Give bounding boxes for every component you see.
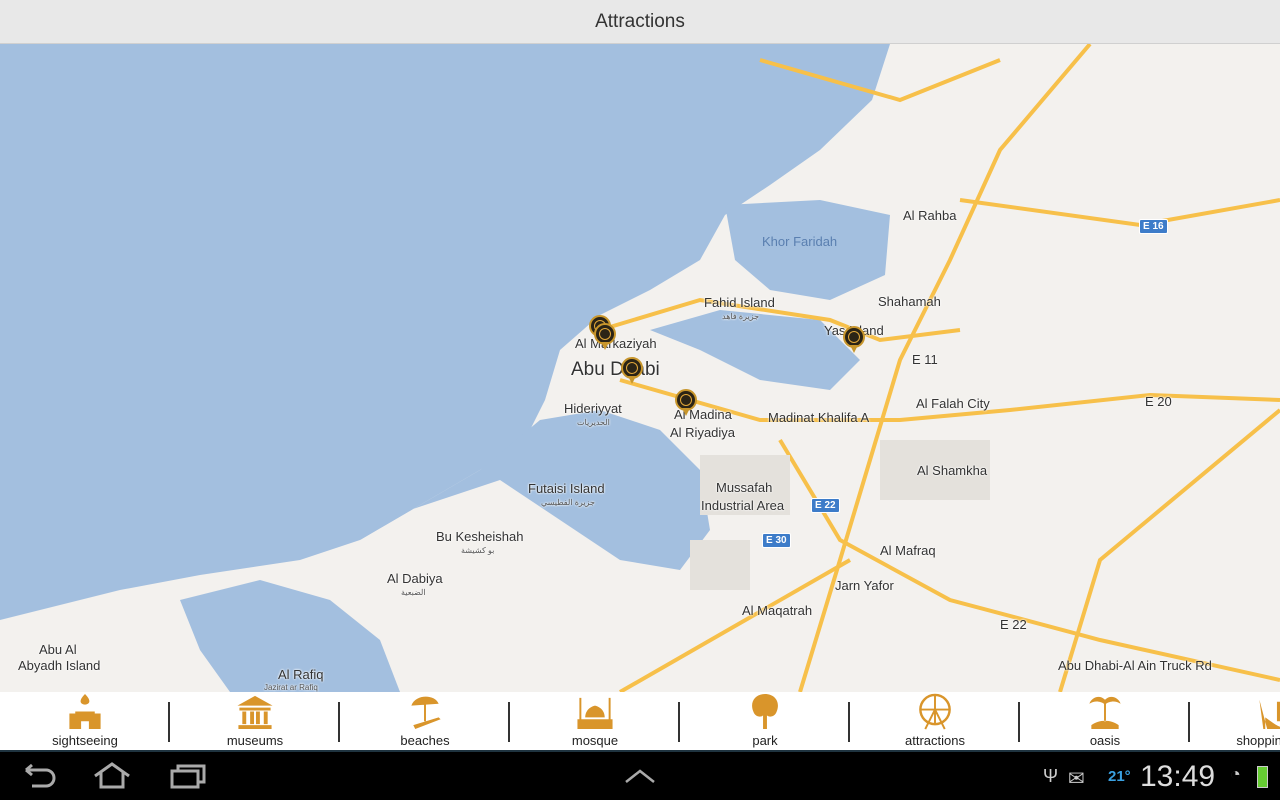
category-label: mosque — [571, 733, 619, 748]
map-label: Industrial Area — [701, 498, 785, 513]
category-label: museums — [226, 733, 284, 748]
map-label: Al Falah City — [916, 396, 990, 411]
channel — [650, 310, 860, 390]
category-museums[interactable]: museums — [170, 692, 340, 750]
road-shield: E 22 — [811, 498, 840, 513]
category-label: attractions — [905, 733, 965, 748]
email-icon: ✉ — [1068, 768, 1085, 790]
category-park[interactable]: park — [680, 692, 850, 750]
attraction-marker[interactable] — [594, 323, 616, 350]
map-label: Abyadh Island — [18, 658, 101, 673]
map-label: Futaisi Island — [528, 481, 605, 496]
recent-apps-icon[interactable] — [168, 762, 208, 790]
map-label: الحديريات — [577, 418, 610, 427]
khor-faridah — [725, 200, 890, 300]
menu-up-icon[interactable] — [624, 768, 656, 784]
attraction-marker[interactable] — [843, 326, 865, 353]
page-title: Attractions — [595, 10, 685, 32]
map-label: Al Riyadiya — [670, 425, 736, 440]
home-icon[interactable] — [92, 762, 132, 790]
map-label: Al Rafiq — [278, 667, 324, 682]
category-label: beaches — [400, 733, 450, 748]
title-bar: Attractions — [0, 0, 1280, 44]
wifi-icon: ◔ — [1230, 764, 1241, 784]
map-label: E 22 — [1000, 617, 1027, 632]
category-mosque[interactable]: mosque — [510, 692, 680, 750]
map-label: Al Dabiya — [387, 571, 443, 586]
map-label: Al Rahba — [903, 208, 957, 223]
map-label: E 11 — [912, 352, 938, 367]
map-label: Al Mafraq — [880, 543, 936, 558]
system-navigation-bar: Ψ ✉ 21° 13:49 ◔ — [0, 752, 1280, 800]
map-label: الضبعية — [401, 588, 426, 597]
museum-icon — [237, 695, 273, 730]
category-label: park — [752, 733, 778, 748]
shopping-icon — [1259, 699, 1280, 730]
category-oasis[interactable]: oasis — [1020, 692, 1190, 750]
map-label: Mussafah — [716, 480, 773, 495]
map-label: جزيرة فاهد — [722, 312, 760, 321]
map-label: Abu Al — [39, 642, 77, 657]
map-label: Abu Dhabi-Al Ain Truck Rd — [1058, 658, 1212, 673]
map-label: E 20 — [1145, 394, 1172, 409]
ferris-wheel-icon — [919, 693, 951, 730]
mosque-icon — [577, 697, 613, 730]
map-label: Jazirat ar Rafiq — [264, 683, 318, 692]
category-beaches[interactable]: beaches — [340, 692, 510, 750]
map-label: جزيرة الفطيسي — [541, 498, 595, 507]
category-bar: sightseeing museums beaches mosque park attra… — [0, 692, 1280, 752]
map-label: Madinat Khalifa A — [768, 410, 870, 425]
category-sightseeing[interactable]: sightseeing — [0, 692, 170, 750]
map-label: Bu Kesheishah — [436, 529, 524, 544]
category-label: oasis — [1089, 733, 1121, 748]
map-label: Shahamah — [878, 294, 941, 309]
weather-temperature: 21° — [1108, 768, 1131, 785]
road-shield: E 30 — [762, 533, 791, 548]
beach-umbrella-icon — [411, 696, 441, 730]
map-label: Al Maqatrah — [742, 603, 813, 618]
map-label: Al Markaziyah — [575, 336, 657, 351]
road-shield: E 16 — [1139, 219, 1168, 234]
map-label: بو كشيشة — [461, 546, 495, 555]
attraction-marker[interactable] — [621, 357, 643, 384]
tree-icon — [752, 693, 778, 730]
usb-icon: Ψ — [1043, 766, 1059, 786]
battery-icon — [1257, 766, 1268, 788]
category-shopping-mal[interactable]: shopping mal — [1190, 692, 1280, 750]
category-attractions[interactable]: attractions — [850, 692, 1020, 750]
clock: 13:49 — [1140, 760, 1216, 793]
map-label: Fahid Island — [704, 295, 775, 310]
attraction-marker[interactable] — [675, 389, 697, 416]
palm-tree-icon — [1089, 696, 1121, 730]
map-label: Hideriyyat — [564, 401, 622, 416]
map-label: Al Shamkha — [917, 463, 988, 478]
map-label: Khor Faridah — [762, 234, 838, 249]
category-label: sightseeing — [52, 733, 118, 748]
map-view[interactable]: Al Rahba Khor Faridah Fahid Island جزيرة فا… — [0, 44, 1280, 692]
category-label: shopping mal — [1236, 733, 1280, 748]
palace-icon — [69, 693, 101, 730]
map-label: Abu Dhabi — [571, 359, 660, 380]
back-icon[interactable] — [22, 762, 56, 790]
map-label: Jarn Yafor — [835, 578, 894, 593]
